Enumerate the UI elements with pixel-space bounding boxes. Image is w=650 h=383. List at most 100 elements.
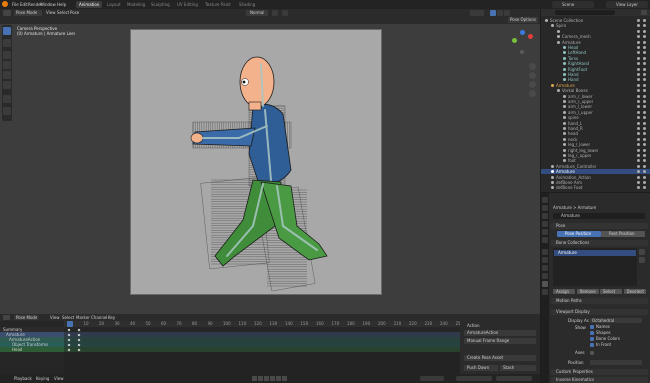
visibility-eye-icon[interactable]	[637, 56, 640, 60]
manual-frame-range-checkbox[interactable]: Manual Frame Range	[464, 338, 536, 344]
render-camera-icon[interactable]	[643, 19, 646, 22]
render-camera-icon[interactable]	[643, 116, 646, 120]
annotate-tool-icon[interactable]	[3, 95, 11, 103]
view-menu[interactable]: View	[54, 376, 64, 381]
render-camera-icon[interactable]	[643, 164, 646, 168]
rest-position-button[interactable]: Rest Position	[601, 231, 645, 237]
outliner-row[interactable]: arm_l_upper	[541, 110, 650, 115]
end-frame-field[interactable]	[496, 376, 532, 381]
render-camera-icon[interactable]	[643, 110, 646, 114]
panel-viewport-display[interactable]: Viewport Display	[551, 309, 648, 315]
stash-button[interactable]: Stash	[500, 365, 536, 371]
outliner-row[interactable]	[541, 29, 650, 34]
render-camera-icon[interactable]	[643, 40, 646, 44]
render-camera-icon[interactable]	[643, 100, 646, 103]
outliner-row[interactable]: Hand	[541, 72, 650, 77]
visibility-eye-icon[interactable]	[637, 105, 640, 109]
panel-inverse-kinematics[interactable]: Inverse Kinematics	[551, 377, 648, 383]
visibility-eye-icon[interactable]	[637, 181, 640, 184]
dope-menu-marker[interactable]: Marker	[76, 315, 90, 320]
perspective-toggle-icon[interactable]	[529, 90, 536, 97]
scale-tool-icon[interactable]	[3, 71, 11, 79]
render-camera-icon[interactable]	[643, 73, 646, 76]
outliner-row[interactable]: defBone Foot	[541, 185, 650, 190]
next-key-icon[interactable]	[276, 376, 281, 381]
tab-uv-editing[interactable]: UV Editing	[174, 1, 201, 8]
bone-collection-deselect-button[interactable]: Deselect	[623, 289, 646, 294]
gizmo-neg-axis-icon[interactable]	[520, 50, 524, 54]
play-icon[interactable]	[270, 376, 275, 381]
visibility-eye-icon[interactable]	[637, 159, 640, 163]
editor-type-icon[interactable]	[3, 10, 11, 16]
world-tab-icon[interactable]	[542, 237, 548, 243]
visibility-eye-icon[interactable]	[637, 67, 640, 71]
object-tab-icon[interactable]	[542, 249, 548, 255]
render-tab-icon[interactable]	[542, 205, 548, 211]
gizmo-x-axis-icon[interactable]	[528, 34, 533, 39]
scene-selector[interactable]: Scene	[552, 1, 594, 8]
render-camera-icon[interactable]	[643, 46, 646, 49]
show-shapes-checkbox[interactable]	[590, 331, 594, 335]
outliner-row[interactable]: leg_l_lower	[541, 142, 650, 147]
render-camera-icon[interactable]	[643, 94, 646, 98]
outliner-row[interactable]: Scene Collection	[541, 18, 650, 23]
visibility-eye-icon[interactable]	[637, 143, 640, 147]
render-camera-icon[interactable]	[643, 51, 646, 55]
visibility-eye-icon[interactable]	[637, 186, 640, 190]
visibility-eye-icon[interactable]	[637, 175, 640, 179]
visibility-eye-icon[interactable]	[637, 19, 640, 22]
armature-name-field[interactable]: Armature	[553, 213, 645, 219]
outliner-row[interactable]: RightHand	[541, 61, 650, 66]
visibility-eye-icon[interactable]	[637, 137, 640, 141]
remove-collection-icon[interactable]	[639, 257, 645, 263]
visibility-eye-icon[interactable]	[637, 29, 640, 33]
bone-collection-assign-button[interactable]: Assign	[553, 289, 575, 294]
snap-icon[interactable]	[272, 10, 278, 16]
proportional-icon[interactable]	[282, 10, 288, 16]
mode-selector[interactable]: Pose Mode	[14, 10, 42, 16]
render-camera-icon[interactable]	[643, 35, 646, 39]
axes-position-slider[interactable]	[590, 360, 642, 365]
render-camera-icon[interactable]	[643, 62, 646, 66]
gizmo-z-axis-icon[interactable]	[520, 30, 525, 35]
visibility-eye-icon[interactable]	[637, 78, 640, 82]
render-camera-icon[interactable]	[643, 105, 646, 109]
tool-tab-icon[interactable]	[542, 197, 548, 203]
menu-file[interactable]: File	[12, 2, 19, 7]
show-bone-colors-checkbox[interactable]	[590, 337, 594, 341]
measure-tool-icon[interactable]	[3, 107, 11, 115]
visibility-eye-icon[interactable]	[637, 132, 640, 136]
outliner-row[interactable]: Animation_Action	[541, 175, 650, 180]
bone-collection-list[interactable]: Armature	[553, 248, 637, 286]
visibility-eye-icon[interactable]	[637, 164, 640, 168]
outliner-row[interactable]: foot	[541, 158, 650, 163]
render-camera-icon[interactable]	[643, 132, 646, 136]
jump-end-icon[interactable]	[282, 376, 287, 381]
panel-motion-paths[interactable]: Motion Paths	[551, 298, 648, 304]
menu-select[interactable]: Select	[57, 10, 69, 15]
render-camera-icon[interactable]	[643, 148, 646, 152]
tab-sculpting[interactable]: Sculpting	[148, 1, 173, 8]
outliner-row[interactable]: defBone Arm	[541, 180, 650, 185]
overlay-icon[interactable]	[470, 10, 484, 16]
output-tab-icon[interactable]	[542, 213, 548, 219]
dope-menu-select[interactable]: Select	[62, 315, 74, 320]
pose-options-button[interactable]: Pose Options	[508, 17, 538, 23]
outliner-row[interactable]: Armature_Controller	[541, 164, 650, 169]
physics-tab-icon[interactable]	[542, 265, 548, 271]
tab-modeling[interactable]: Modeling	[124, 1, 148, 8]
modifier-tab-icon[interactable]	[542, 257, 548, 263]
scene-tab-icon[interactable]	[542, 229, 548, 235]
outliner-row[interactable]: leg_r_upper	[541, 153, 650, 158]
prev-key-icon[interactable]	[258, 376, 263, 381]
outliner-search-input[interactable]	[555, 10, 615, 15]
render-camera-icon[interactable]	[643, 29, 646, 33]
render-camera-icon[interactable]	[643, 175, 646, 179]
menu-help[interactable]: Help	[57, 2, 66, 7]
bone-collection-remove-button[interactable]: Remove	[576, 289, 599, 294]
tab-shading[interactable]: Shading	[236, 1, 258, 8]
pan-hand-icon[interactable]	[529, 72, 536, 79]
dope-sheet-editor-icon[interactable]	[3, 315, 10, 320]
start-frame-field[interactable]	[456, 376, 492, 381]
outliner-row[interactable]: Torso	[541, 56, 650, 61]
